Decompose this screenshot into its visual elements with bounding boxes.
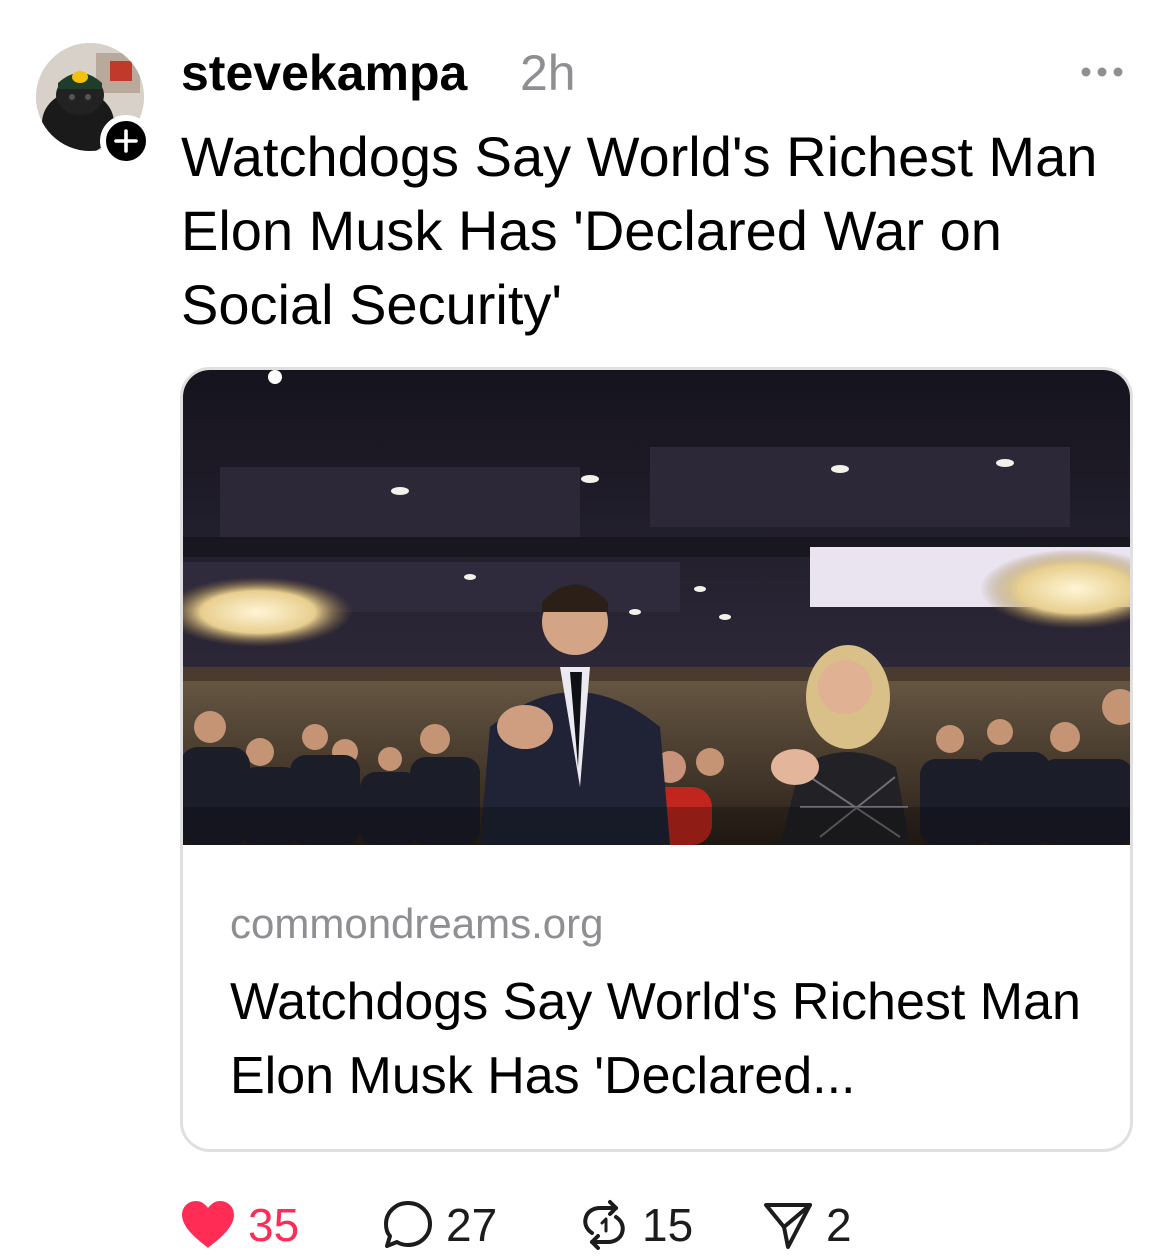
plus-icon (114, 129, 138, 153)
share-icon (764, 1203, 812, 1249)
reply-icon (384, 1201, 432, 1248)
username[interactable]: stevekampa (181, 43, 467, 103)
link-preview-card[interactable]: commondreams.org Watchdogs Say World's R… (180, 367, 1133, 1152)
like-button[interactable]: 35 (180, 1195, 299, 1255)
share-count: 2 (826, 1199, 852, 1251)
repost-icon (583, 1200, 625, 1250)
post-text: Watchdogs Say World's Richest Man Elon M… (181, 125, 1098, 336)
link-title: Watchdogs Say World's Richest Man Elon M… (230, 973, 1081, 1105)
avatar-container[interactable] (36, 43, 152, 167)
share-button[interactable]: 2 (762, 1195, 852, 1255)
more-icon (1081, 67, 1123, 77)
reply-button[interactable]: 27 (382, 1195, 497, 1255)
like-count: 35 (248, 1199, 300, 1251)
more-options-button[interactable] (1074, 58, 1130, 86)
link-domain: commondreams.org (230, 900, 604, 947)
repost-button[interactable]: 15 (578, 1195, 693, 1255)
follow-button[interactable] (100, 115, 152, 167)
post-timestamp: 2h (520, 45, 576, 101)
repost-count: 15 (642, 1199, 694, 1251)
heart-icon (182, 1201, 234, 1248)
reply-count: 27 (446, 1199, 498, 1251)
link-preview-image (183, 370, 1130, 845)
